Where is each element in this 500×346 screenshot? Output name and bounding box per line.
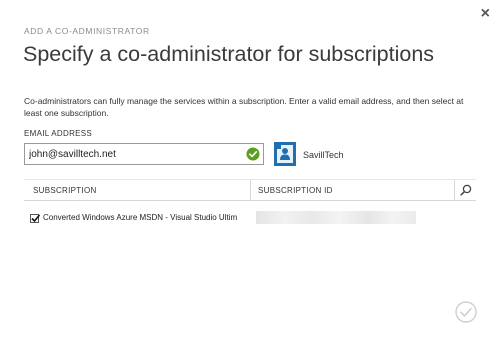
- directory-icon: [274, 142, 296, 166]
- dialog-description: Co-administrators can fully manage the s…: [24, 96, 464, 118]
- dialog-title: Specify a co-administrator for subscript…: [23, 42, 435, 66]
- column-subscription-id[interactable]: SUBSCRIPTION ID: [258, 186, 333, 195]
- add-coadmin-dialog: × ADD A CO-ADMINISTRATOR Specify a co-ad…: [0, 0, 500, 346]
- email-field-label: EMAIL ADDRESS: [24, 129, 93, 138]
- column-divider: [454, 180, 455, 200]
- subscription-grid: SUBSCRIPTION SUBSCRIPTION ID Converted W…: [24, 179, 476, 224]
- confirm-check-icon[interactable]: [455, 301, 477, 323]
- search-icon[interactable]: [460, 184, 472, 196]
- checkmark-icon: [31, 214, 41, 223]
- email-input[interactable]: [29, 147, 239, 161]
- column-divider: [250, 180, 251, 200]
- close-button[interactable]: ×: [481, 6, 490, 22]
- email-field[interactable]: [24, 143, 264, 165]
- grid-header: SUBSCRIPTION SUBSCRIPTION ID: [24, 179, 476, 201]
- directory-name: SavillTech: [303, 150, 344, 160]
- subscription-id-redacted: [256, 211, 416, 224]
- subscription-row[interactable]: Converted Windows Azure MSDN - Visual St…: [24, 211, 476, 229]
- check-circle-icon: [246, 147, 260, 161]
- subscription-name: Converted Windows Azure MSDN - Visual St…: [43, 213, 238, 222]
- subscription-checkbox[interactable]: [30, 214, 41, 223]
- column-subscription[interactable]: SUBSCRIPTION: [33, 186, 97, 195]
- dialog-header-label: ADD A CO-ADMINISTRATOR: [24, 26, 150, 36]
